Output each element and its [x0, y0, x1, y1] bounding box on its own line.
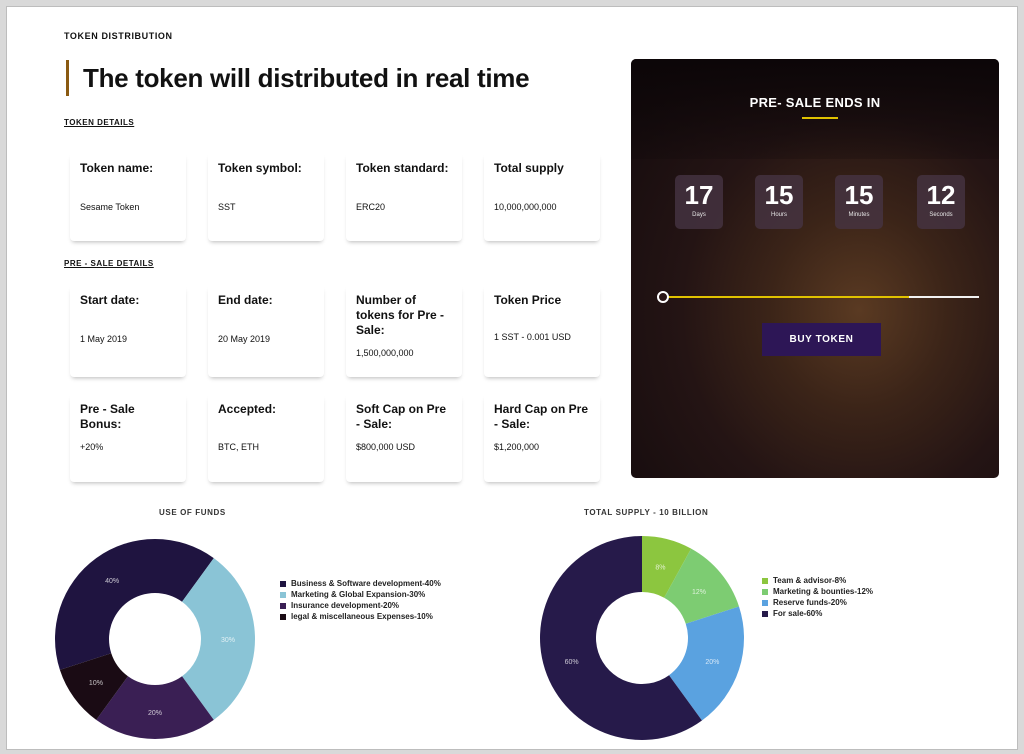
legend-item: Insurance development-20%: [280, 600, 441, 611]
card-value: SST: [218, 202, 236, 212]
legend-item: Marketing & Global Expansion-30%: [280, 589, 441, 600]
countdown-value: 15: [764, 180, 794, 210]
card-token-standard: Token standard: ERC20: [346, 153, 462, 241]
countdown-title: PRE- SALE ENDS IN: [749, 95, 881, 110]
total-supply-donut: 8% 12% 20% 60%: [540, 536, 744, 740]
slice-label: 8%: [655, 564, 665, 571]
legend-swatch: [280, 591, 286, 598]
card-token-price: Token Price 1 SST - 0.001 USD: [484, 285, 600, 377]
buy-token-button[interactable]: BUY TOKEN: [762, 323, 881, 356]
legend-item: Team & advisor-8%: [762, 575, 873, 586]
card-end-date: End date: 20 May 2019: [208, 285, 324, 377]
card-accepted: Accepted: BTC, ETH: [208, 394, 324, 482]
card-value: $800,000 USD: [356, 442, 416, 452]
slice-label: 10%: [89, 680, 103, 687]
slice-label: 20%: [705, 659, 719, 666]
legend-label: For sale-60%: [773, 609, 823, 618]
card-label: Pre - Sale Bonus:: [80, 402, 135, 431]
card-value: BTC, ETH: [218, 442, 260, 452]
legend-swatch: [762, 599, 768, 606]
legend-swatch: [762, 588, 768, 595]
countdown-unit: Hours: [770, 212, 787, 218]
total-supply-legend: Team & advisor-8% Marketing & bounties-12…: [762, 575, 873, 619]
legend-swatch: [280, 602, 286, 609]
card-soft-cap: Soft Cap on Pre - Sale: $800,000 USD: [346, 394, 462, 482]
use-of-funds-donut: 40% 30% 20% 10%: [55, 539, 255, 739]
countdown-unit: Seconds: [929, 212, 953, 218]
card-value: 1 SST - 0.001 USD: [494, 332, 571, 342]
legend-label: Team & advisor-8%: [773, 576, 847, 585]
legend-swatch: [280, 580, 286, 587]
countdown-hours: 15 Hours: [755, 175, 803, 229]
presale-countdown-panel: PRE- SALE ENDS IN 17 Days 15 Hours 15 Mi…: [631, 59, 999, 478]
countdown-seconds: 12 Seconds: [917, 175, 965, 229]
card-label: Soft Cap on Pre - Sale:: [356, 402, 447, 431]
card-value: 10,000,000,000: [494, 202, 557, 212]
card-label: Token Price: [494, 293, 562, 307]
legend-item: Reserve funds-20%: [762, 597, 873, 608]
countdown-unit: Minutes: [848, 212, 870, 218]
card-label: Number of tokens for Pre - Sale:: [356, 293, 445, 337]
card-label: Token symbol:: [218, 161, 302, 175]
slice-label: 60%: [565, 659, 579, 666]
legend-swatch: [762, 577, 768, 584]
card-label: Start date:: [80, 293, 140, 307]
card-label: Token name:: [80, 161, 154, 175]
presale-details-label: PRE - SALE DETAILS: [64, 259, 154, 268]
token-details-label: TOKEN DETAILS: [64, 118, 135, 127]
legend-swatch: [280, 613, 286, 620]
use-of-funds-legend: Business & Software development-40% Marke…: [280, 578, 441, 622]
countdown-value: 17: [684, 180, 714, 210]
card-label: Accepted:: [218, 402, 277, 416]
countdown-days: 17 Days: [675, 175, 723, 229]
card-start-date: Start date: 1 May 2019: [70, 285, 186, 377]
slice-label: 20%: [148, 710, 162, 717]
page-title: The token will distributed in real time: [66, 60, 530, 96]
presale-progress-bar: [657, 291, 979, 303]
card-value: 1 May 2019: [80, 334, 128, 344]
legend-swatch: [762, 610, 768, 617]
legend-label: legal & miscellaneous Expenses-10%: [291, 612, 433, 621]
slice-label: 12%: [692, 589, 706, 596]
legend-item: Business & Software development-40%: [280, 578, 441, 589]
card-presale-bonus: Pre - Sale Bonus: +20%: [70, 394, 186, 482]
legend-label: Marketing & Global Expansion-30%: [291, 590, 426, 599]
card-value: +20%: [80, 442, 104, 452]
card-value: $1,200,000: [494, 442, 540, 452]
progress-knob[interactable]: [657, 291, 669, 303]
legend-label: Reserve funds-20%: [773, 598, 847, 607]
card-label: Hard Cap on Pre - Sale:: [494, 402, 589, 431]
card-value: ERC20: [356, 202, 386, 212]
legend-item: Marketing & bounties-12%: [762, 586, 873, 597]
slice-label: 40%: [105, 578, 119, 585]
card-presale-tokens: Number of tokens for Pre - Sale: 1,500,0…: [346, 285, 462, 377]
card-label: Total supply: [494, 161, 564, 175]
chart-title-use-of-funds: USE OF FUNDS: [159, 508, 226, 517]
legend-item: legal & miscellaneous Expenses-10%: [280, 611, 441, 622]
card-value: Sesame Token: [80, 202, 140, 212]
legend-item: For sale-60%: [762, 608, 873, 619]
card-value: 20 May 2019: [218, 334, 271, 344]
progress-fill: [661, 296, 910, 298]
chart-title-total-supply: TOTAL SUPPLY - 10 BILLION: [584, 508, 709, 517]
countdown-value: 12: [926, 180, 956, 210]
card-label: End date:: [218, 293, 273, 307]
countdown-value: 15: [844, 180, 874, 210]
section-eyebrow: TOKEN DISTRIBUTION: [64, 31, 173, 41]
legend-label: Business & Software development-40%: [291, 579, 441, 588]
legend-label: Marketing & bounties-12%: [773, 587, 874, 596]
legend-label: Insurance development-20%: [291, 601, 400, 610]
card-token-name: Token name: Sesame Token: [70, 153, 186, 241]
slice-label: 30%: [221, 637, 235, 644]
card-token-symbol: Token symbol: SST: [208, 153, 324, 241]
card-value: 1,500,000,000: [356, 348, 414, 358]
card-hard-cap: Hard Cap on Pre - Sale: $1,200,000: [484, 394, 600, 482]
card-total-supply: Total supply 10,000,000,000: [484, 153, 600, 241]
title-underline: [802, 117, 838, 119]
card-label: Token standard:: [356, 161, 449, 175]
countdown-unit: Days: [692, 212, 706, 218]
countdown-minutes: 15 Minutes: [835, 175, 883, 229]
